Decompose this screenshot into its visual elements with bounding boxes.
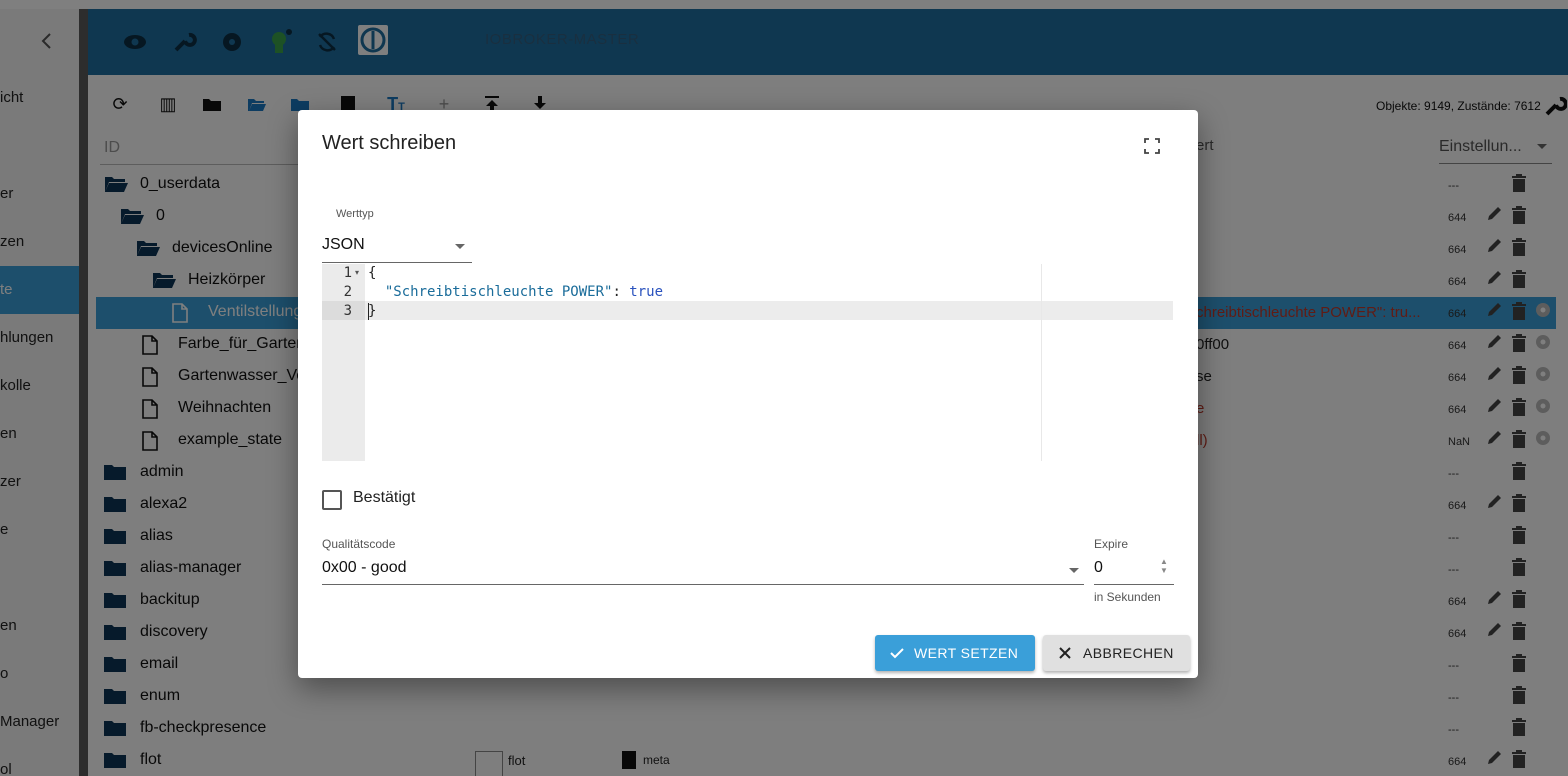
json-key: "Schreibtischleuchte POWER" bbox=[384, 284, 613, 300]
chevron-down-icon bbox=[1069, 568, 1079, 573]
value-type-value: JSON bbox=[322, 236, 365, 253]
text-cursor bbox=[368, 303, 369, 320]
line-number: 2 bbox=[343, 284, 352, 300]
expire-helper-text: in Sekunden bbox=[1094, 590, 1161, 604]
confirmed-label: Bestätigt bbox=[353, 489, 416, 506]
cancel-button[interactable]: ABBRECHEN bbox=[1043, 635, 1190, 671]
json-editor[interactable]: 1 ▾ 2 3 { "Schreibtischleuchte POWER": t… bbox=[322, 264, 1174, 461]
code-line: } bbox=[368, 303, 377, 319]
check-icon bbox=[890, 648, 904, 659]
set-value-button[interactable]: WERT SETZEN bbox=[875, 635, 1035, 671]
chevron-down-icon bbox=[455, 244, 465, 249]
json-separator: : bbox=[612, 284, 630, 300]
json-boolean: true bbox=[629, 284, 664, 300]
value-type-label: Werttyp bbox=[336, 208, 374, 220]
expire-input[interactable]: 0 ▲ ▼ bbox=[1094, 557, 1174, 585]
quality-code-select[interactable]: 0x00 - good bbox=[322, 557, 1084, 585]
close-icon bbox=[1059, 647, 1071, 659]
fold-arrow-icon[interactable]: ▾ bbox=[355, 268, 359, 277]
expire-label: Expire bbox=[1094, 537, 1129, 551]
quality-code-label: Qualitätscode bbox=[322, 537, 396, 551]
fullscreen-icon[interactable] bbox=[1143, 137, 1161, 155]
value-type-select[interactable]: JSON bbox=[322, 232, 472, 263]
print-margin bbox=[1041, 264, 1042, 461]
quality-code-value: 0x00 - good bbox=[322, 559, 407, 576]
expire-value: 0 bbox=[1094, 559, 1103, 576]
active-line-highlight bbox=[322, 301, 1173, 320]
cancel-button-label: ABBRECHEN bbox=[1083, 645, 1174, 661]
line-number: 1 bbox=[343, 265, 352, 281]
set-value-button-label: WERT SETZEN bbox=[914, 645, 1019, 661]
line-number: 3 bbox=[343, 303, 352, 319]
code-line: "Schreibtischleuchte POWER": true bbox=[368, 284, 663, 300]
write-value-dialog: Wert schreiben Werttyp JSON 1 ▾ 2 3 { "S… bbox=[298, 110, 1198, 678]
confirmed-checkbox[interactable] bbox=[322, 490, 342, 510]
code-line: { bbox=[368, 265, 377, 281]
spinner-arrows-icon[interactable]: ▲ ▼ bbox=[1156, 557, 1172, 577]
dialog-title: Wert schreiben bbox=[322, 132, 457, 154]
